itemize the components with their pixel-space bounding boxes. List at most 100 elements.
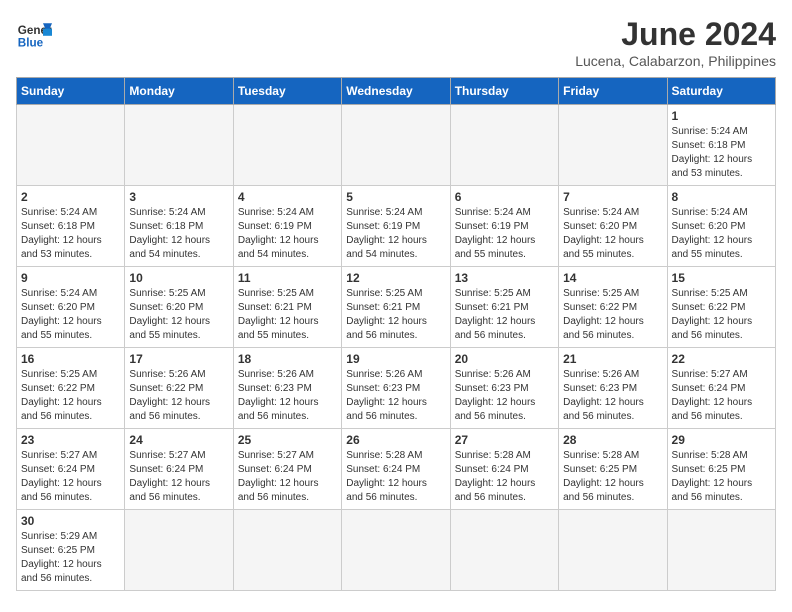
calendar-cell: 11Sunrise: 5:25 AM Sunset: 6:21 PM Dayli… (233, 267, 341, 348)
weekday-header-monday: Monday (125, 78, 233, 105)
weekday-header-row: SundayMondayTuesdayWednesdayThursdayFrid… (17, 78, 776, 105)
day-number: 20 (455, 352, 554, 366)
calendar-cell (17, 105, 125, 186)
calendar-week-0: 1 Sunrise: 5:24 AM Sunset: 6:18 PM Daylig… (17, 105, 776, 186)
logo-icon: General Blue (16, 16, 52, 52)
day-number: 12 (346, 271, 445, 285)
day-number: 6 (455, 190, 554, 204)
calendar-week-4: 23 Sunrise: 5:27 AM Sunset: 6:24 PM Dayli… (17, 429, 776, 510)
day-info: Sunrise: 5:24 AM Sunset: 6:19 PM Dayligh… (238, 206, 337, 262)
month-title: June 2024 (575, 16, 776, 53)
calendar-cell: 30 Sunrise: 5:29 AM Sunset: 6:25 PM Dayli… (17, 510, 125, 591)
day-number: 8 (672, 190, 771, 204)
svg-text:Blue: Blue (18, 37, 44, 50)
day-number: 19 (346, 352, 445, 366)
calendar-table: SundayMondayTuesdayWednesdayThursdayFrid… (16, 77, 776, 591)
calendar-cell: 16Sunrise: 5:25 AM Sunset: 6:22 PM Dayli… (17, 348, 125, 429)
day-info: Sunrise: 5:24 AM Sunset: 6:18 PM Dayligh… (672, 125, 771, 181)
calendar-cell (559, 105, 667, 186)
day-info: Sunrise: 5:24 AM Sunset: 6:20 PM Dayligh… (672, 206, 771, 262)
day-info: Sunrise: 5:24 AM Sunset: 6:19 PM Dayligh… (455, 206, 554, 262)
calendar-cell (233, 105, 341, 186)
day-number: 14 (563, 271, 662, 285)
day-number: 22 (672, 352, 771, 366)
day-info: Sunrise: 5:26 AM Sunset: 6:22 PM Dayligh… (129, 368, 228, 424)
day-number: 29 (672, 433, 771, 447)
calendar-week-5: 30 Sunrise: 5:29 AM Sunset: 6:25 PM Dayli… (17, 510, 776, 591)
day-number: 7 (563, 190, 662, 204)
calendar-cell: 24Sunrise: 5:27 AM Sunset: 6:24 PM Dayli… (125, 429, 233, 510)
day-info: Sunrise: 5:25 AM Sunset: 6:22 PM Dayligh… (21, 368, 120, 424)
calendar-cell: 9 Sunrise: 5:24 AM Sunset: 6:20 PM Daylig… (17, 267, 125, 348)
calendar-cell: 13 Sunrise: 5:25 AM Sunset: 6:21 PM Dayli… (450, 267, 558, 348)
calendar-cell: 26Sunrise: 5:28 AM Sunset: 6:24 PM Dayli… (342, 429, 450, 510)
day-info: Sunrise: 5:26 AM Sunset: 6:23 PM Dayligh… (563, 368, 662, 424)
day-number: 3 (129, 190, 228, 204)
weekday-header-thursday: Thursday (450, 78, 558, 105)
calendar-cell: 7 Sunrise: 5:24 AM Sunset: 6:20 PM Daylig… (559, 186, 667, 267)
day-number: 4 (238, 190, 337, 204)
day-number: 13 (455, 271, 554, 285)
calendar-cell: 19 Sunrise: 5:26 AM Sunset: 6:23 PM Dayli… (342, 348, 450, 429)
weekday-header-sunday: Sunday (17, 78, 125, 105)
day-info: Sunrise: 5:25 AM Sunset: 6:21 PM Dayligh… (455, 287, 554, 343)
day-info: Sunrise: 5:25 AM Sunset: 6:20 PM Dayligh… (129, 287, 228, 343)
day-info: Sunrise: 5:26 AM Sunset: 6:23 PM Dayligh… (238, 368, 337, 424)
day-number: 1 (672, 109, 771, 123)
calendar-cell (342, 510, 450, 591)
calendar-cell (342, 105, 450, 186)
day-info: Sunrise: 5:29 AM Sunset: 6:25 PM Dayligh… (21, 530, 120, 586)
calendar-cell: 3 Sunrise: 5:24 AM Sunset: 6:18 PM Daylig… (125, 186, 233, 267)
day-info: Sunrise: 5:24 AM Sunset: 6:18 PM Dayligh… (129, 206, 228, 262)
day-info: Sunrise: 5:27 AM Sunset: 6:24 PM Dayligh… (129, 449, 228, 505)
weekday-header-friday: Friday (559, 78, 667, 105)
calendar-week-2: 9 Sunrise: 5:24 AM Sunset: 6:20 PM Daylig… (17, 267, 776, 348)
day-info: Sunrise: 5:27 AM Sunset: 6:24 PM Dayligh… (238, 449, 337, 505)
day-info: Sunrise: 5:27 AM Sunset: 6:24 PM Dayligh… (672, 368, 771, 424)
calendar-cell: 28Sunrise: 5:28 AM Sunset: 6:25 PM Dayli… (559, 429, 667, 510)
calendar-cell: 20Sunrise: 5:26 AM Sunset: 6:23 PM Dayli… (450, 348, 558, 429)
day-number: 23 (21, 433, 120, 447)
calendar-cell (450, 105, 558, 186)
day-number: 9 (21, 271, 120, 285)
page-header: General Blue June 2024 Lucena, Calabarzo… (16, 16, 776, 69)
calendar-cell: 4 Sunrise: 5:24 AM Sunset: 6:19 PM Daylig… (233, 186, 341, 267)
day-number: 30 (21, 514, 120, 528)
calendar-cell: 12Sunrise: 5:25 AM Sunset: 6:21 PM Dayli… (342, 267, 450, 348)
calendar-cell: 15Sunrise: 5:25 AM Sunset: 6:22 PM Dayli… (667, 267, 775, 348)
calendar-cell: 2 Sunrise: 5:24 AM Sunset: 6:18 PM Daylig… (17, 186, 125, 267)
calendar-cell (667, 510, 775, 591)
calendar-cell (450, 510, 558, 591)
day-number: 25 (238, 433, 337, 447)
calendar-cell: 25 Sunrise: 5:27 AM Sunset: 6:24 PM Dayli… (233, 429, 341, 510)
calendar-cell (125, 510, 233, 591)
day-number: 5 (346, 190, 445, 204)
calendar-cell: 27Sunrise: 5:28 AM Sunset: 6:24 PM Dayli… (450, 429, 558, 510)
calendar-week-3: 16Sunrise: 5:25 AM Sunset: 6:22 PM Dayli… (17, 348, 776, 429)
calendar-cell: 23Sunrise: 5:27 AM Sunset: 6:24 PM Dayli… (17, 429, 125, 510)
weekday-header-saturday: Saturday (667, 78, 775, 105)
day-info: Sunrise: 5:28 AM Sunset: 6:24 PM Dayligh… (346, 449, 445, 505)
calendar-cell: 17Sunrise: 5:26 AM Sunset: 6:22 PM Dayli… (125, 348, 233, 429)
day-info: Sunrise: 5:25 AM Sunset: 6:22 PM Dayligh… (563, 287, 662, 343)
day-number: 18 (238, 352, 337, 366)
calendar-cell: 18 Sunrise: 5:26 AM Sunset: 6:23 PM Dayli… (233, 348, 341, 429)
calendar-cell: 5Sunrise: 5:24 AM Sunset: 6:19 PM Daylig… (342, 186, 450, 267)
day-info: Sunrise: 5:24 AM Sunset: 6:20 PM Dayligh… (21, 287, 120, 343)
title-area: June 2024 Lucena, Calabarzon, Philippine… (575, 16, 776, 69)
calendar-cell (559, 510, 667, 591)
day-info: Sunrise: 5:24 AM Sunset: 6:18 PM Dayligh… (21, 206, 120, 262)
calendar-week-1: 2 Sunrise: 5:24 AM Sunset: 6:18 PM Daylig… (17, 186, 776, 267)
day-number: 21 (563, 352, 662, 366)
weekday-header-tuesday: Tuesday (233, 78, 341, 105)
location-title: Lucena, Calabarzon, Philippines (575, 53, 776, 69)
calendar-cell: 1 Sunrise: 5:24 AM Sunset: 6:18 PM Daylig… (667, 105, 775, 186)
day-info: Sunrise: 5:25 AM Sunset: 6:21 PM Dayligh… (238, 287, 337, 343)
day-number: 2 (21, 190, 120, 204)
day-info: Sunrise: 5:25 AM Sunset: 6:22 PM Dayligh… (672, 287, 771, 343)
calendar-cell: 8 Sunrise: 5:24 AM Sunset: 6:20 PM Daylig… (667, 186, 775, 267)
day-info: Sunrise: 5:26 AM Sunset: 6:23 PM Dayligh… (346, 368, 445, 424)
calendar-cell: 22 Sunrise: 5:27 AM Sunset: 6:24 PM Dayli… (667, 348, 775, 429)
day-info: Sunrise: 5:24 AM Sunset: 6:20 PM Dayligh… (563, 206, 662, 262)
calendar-cell: 14 Sunrise: 5:25 AM Sunset: 6:22 PM Dayli… (559, 267, 667, 348)
